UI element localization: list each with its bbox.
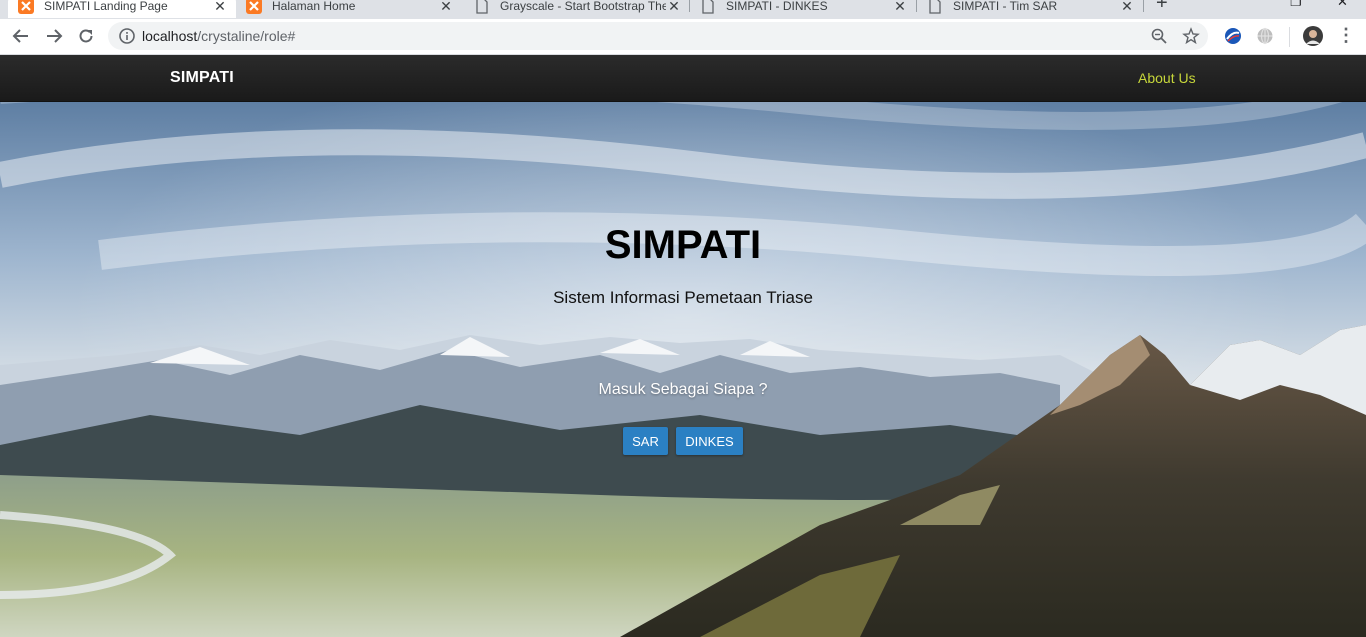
page-icon bbox=[476, 0, 488, 14]
page-icon bbox=[929, 0, 941, 14]
url-text[interactable]: localhost/crystaline/role# bbox=[142, 28, 295, 44]
xampp-icon bbox=[18, 0, 34, 14]
tab-grayscale[interactable]: Grayscale - Start Bootstrap Theme ✕ bbox=[464, 0, 690, 18]
close-icon[interactable]: ✕ bbox=[892, 0, 908, 15]
close-icon[interactable]: ✕ bbox=[1119, 0, 1135, 15]
sar-button[interactable]: SAR bbox=[623, 427, 668, 455]
tab-simpati-tim-sar[interactable]: SIMPATI - Tim SAR ✕ bbox=[917, 0, 1143, 18]
tab-title: SIMPATI - DINKES bbox=[726, 0, 828, 13]
tab-title: Halaman Home bbox=[272, 0, 356, 13]
url-host: localhost bbox=[142, 28, 198, 44]
tab-divider bbox=[1143, 0, 1144, 12]
arrow-right-icon bbox=[47, 29, 63, 43]
tab-simpati-dinkes[interactable]: SIMPATI - DINKES ✕ bbox=[690, 0, 916, 18]
close-icon[interactable]: ✕ bbox=[212, 0, 228, 15]
tab-simpati-landing[interactable]: SIMPATI Landing Page ✕ bbox=[8, 0, 236, 18]
url-path: /crystaline/role# bbox=[197, 28, 296, 44]
arrow-left-icon bbox=[12, 29, 28, 43]
tab-title: SIMPATI Landing Page bbox=[44, 0, 168, 13]
reload-icon bbox=[79, 29, 93, 43]
globe-icon[interactable] bbox=[1256, 27, 1274, 45]
page-viewport: SIMPATI About Us SIMPATI Sistem Informas… bbox=[0, 55, 1366, 637]
dinkes-button[interactable]: DINKES bbox=[676, 427, 743, 455]
browser-toolbar: localhost/crystaline/role# ⋮ bbox=[0, 19, 1366, 55]
close-icon[interactable]: ✕ bbox=[666, 0, 682, 15]
forward-button[interactable] bbox=[42, 24, 66, 48]
hero-content: SIMPATI Sistem Informasi Pemetaan Triase… bbox=[0, 55, 1366, 637]
tab-title: SIMPATI - Tim SAR bbox=[953, 0, 1058, 13]
back-button[interactable] bbox=[9, 24, 33, 48]
new-tab-button[interactable]: + bbox=[1156, 0, 1168, 15]
menu-icon[interactable]: ⋮ bbox=[1337, 25, 1355, 46]
hero-title: SIMPATI bbox=[604, 223, 762, 267]
page-icon bbox=[702, 0, 714, 14]
role-question: Masuk Sebagai Siapa ? bbox=[598, 381, 768, 398]
tab-halaman-home[interactable]: Halaman Home ✕ bbox=[236, 0, 462, 18]
xampp-icon bbox=[246, 0, 262, 14]
extension-icon[interactable] bbox=[1224, 27, 1242, 45]
site-navbar: SIMPATI About Us bbox=[0, 55, 1366, 102]
navbar-brand[interactable]: SIMPATI bbox=[170, 69, 234, 87]
toolbar-divider bbox=[1289, 27, 1290, 47]
avatar[interactable] bbox=[1303, 26, 1323, 46]
restore-window-icon[interactable]: ❐ bbox=[1290, 0, 1302, 10]
zoom-icon[interactable] bbox=[1150, 27, 1168, 45]
browser-tabstrip: SIMPATI Landing Page ✕ Halaman Home ✕ Gr… bbox=[0, 0, 1366, 19]
address-bar[interactable]: localhost/crystaline/role# bbox=[108, 22, 1208, 50]
close-window-icon[interactable]: ✕ bbox=[1337, 0, 1348, 10]
tab-title: Grayscale - Start Bootstrap Theme bbox=[500, 0, 666, 13]
about-us-link[interactable]: About Us bbox=[1138, 70, 1196, 86]
hero-subtitle: Sistem Informasi Pemetaan Triase bbox=[553, 288, 813, 307]
reload-button[interactable] bbox=[74, 24, 98, 48]
info-icon[interactable] bbox=[118, 27, 136, 45]
close-icon[interactable]: ✕ bbox=[438, 0, 454, 15]
star-icon[interactable] bbox=[1182, 27, 1200, 45]
